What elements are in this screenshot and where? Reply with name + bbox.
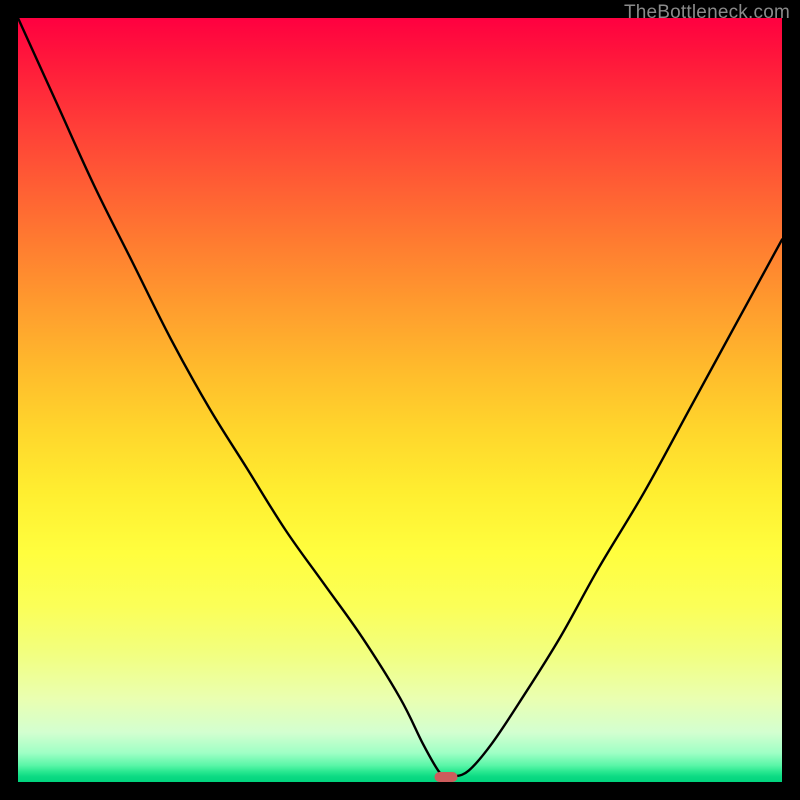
curve-svg <box>18 18 782 782</box>
chart-stage: TheBottleneck.com <box>0 0 800 800</box>
bottleneck-curve <box>18 18 782 777</box>
plot-area <box>18 18 782 782</box>
optimal-marker <box>434 772 457 782</box>
